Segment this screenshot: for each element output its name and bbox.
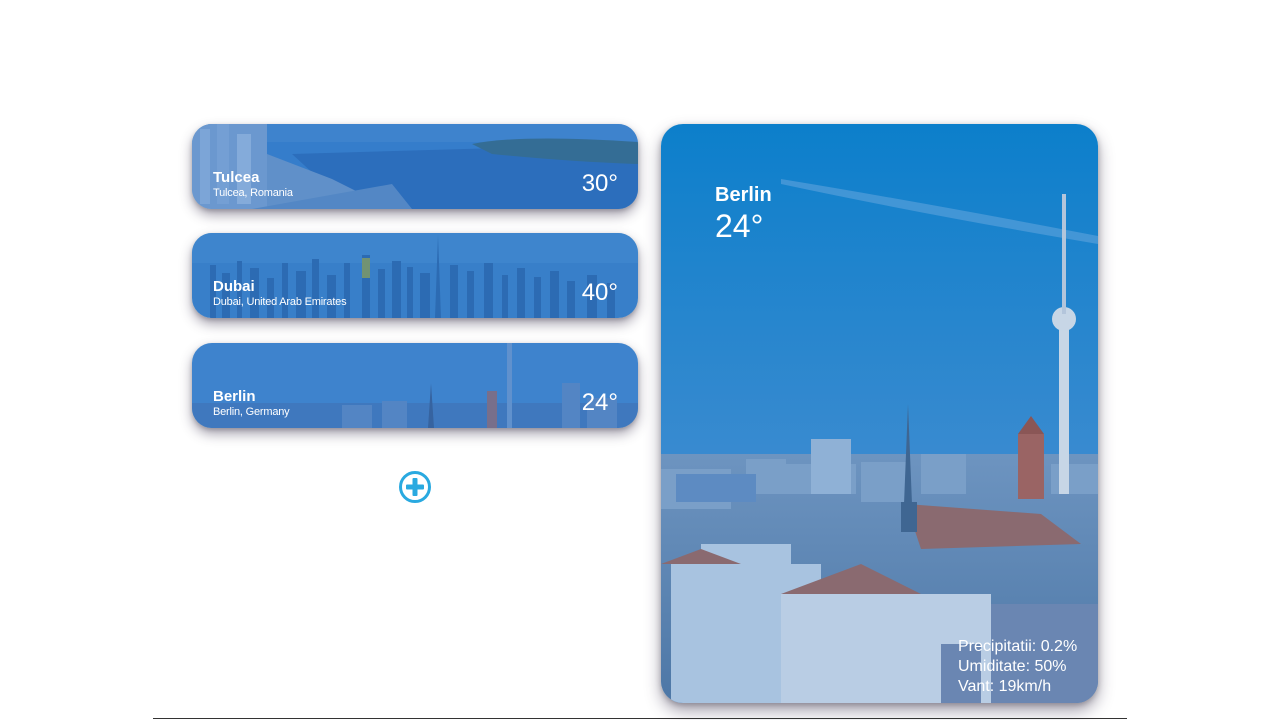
card-city-name: Berlin xyxy=(213,388,256,405)
detail-stats: Precipitatii: 0.2% Umiditate: 50% Vant: … xyxy=(958,637,1077,697)
location-card-tulcea[interactable]: Tulcea Tulcea, Romania 30° xyxy=(192,124,638,209)
plus-circle-icon xyxy=(399,471,431,503)
weather-app: Tulcea Tulcea, Romania 30° Dubai Dubai, … xyxy=(0,0,1280,720)
precipitation-text: Precipitatii: 0.2% xyxy=(958,638,1078,655)
location-card-berlin[interactable]: Berlin Berlin, Germany 24° xyxy=(192,343,638,428)
card-city-name: Tulcea xyxy=(213,169,260,186)
add-location-button[interactable] xyxy=(398,470,432,504)
detail-city-name: Berlin xyxy=(715,184,772,206)
weather-detail-panel: Berlin 24° Precipitatii: 0.2% Umiditate:… xyxy=(661,124,1098,703)
card-temperature: 40° xyxy=(581,279,618,306)
wind-text: Vant: 19km/h xyxy=(958,678,1052,695)
card-city-name: Dubai xyxy=(213,278,255,295)
detail-temperature: 24° xyxy=(715,208,764,244)
card-region-name: Berlin, Germany xyxy=(213,406,290,418)
card-region-name: Tulcea, Romania xyxy=(213,187,293,199)
location-card-dubai[interactable]: Dubai Dubai, United Arab Emirates 40° xyxy=(192,233,638,318)
humidity-text: Umiditate: 50% xyxy=(958,658,1067,675)
card-temperature: 30° xyxy=(581,170,618,197)
card-temperature: 24° xyxy=(581,389,618,416)
bottom-divider xyxy=(153,718,1127,719)
card-region-name: Dubai, United Arab Emirates xyxy=(213,296,347,308)
